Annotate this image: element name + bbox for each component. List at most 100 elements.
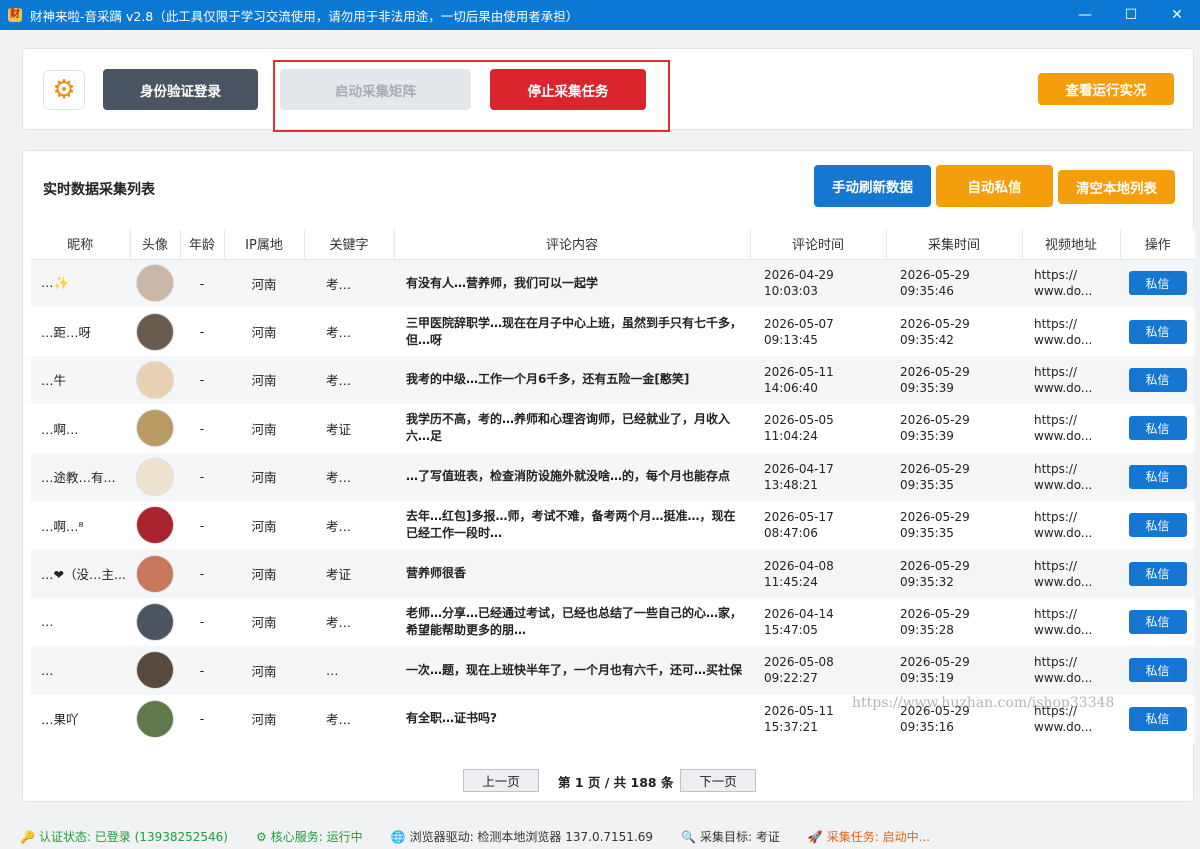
control-panel: ⚙ 身份验证登录 启动采集矩阵 停止采集任务 查看运行实况	[22, 48, 1194, 132]
table-row: …✨ - 河南 考… 有没有人…营养师，我们可以一起学 2026-04-29 10:03:0…	[31, 259, 1195, 308]
action-cell: 私信	[1120, 646, 1195, 695]
collect-time-cell: 2026-05-29 09:35:39	[886, 404, 1022, 453]
login-button[interactable]: 身份验证登录	[103, 69, 258, 110]
video-url-line1: https://	[1034, 364, 1078, 379]
table-row: … - 河南 考… 老师…分享…已经通过考试，已经也总结了一些自己的心…家，希望能帮助更…	[31, 597, 1195, 647]
dm-button[interactable]: 私信	[1128, 319, 1187, 344]
dm-button[interactable]: 私信	[1128, 367, 1187, 392]
action-cell: 私信	[1120, 355, 1195, 405]
comment-time-cell: 2026-04-08 11:45:24	[750, 549, 886, 598]
video-url-cell[interactable]: https://www.do...	[1022, 597, 1120, 647]
comment-cell: 去年…红包]多报…师，考试不难，备考两个月…挺准…，现在已经工作一段时…	[394, 500, 750, 550]
table-row: … - 河南… 一次…题，现在上班快半年了，一个月也有六千，还可…买社保 2026-05…	[31, 646, 1195, 695]
video-url-line2: www.do...	[1034, 622, 1093, 637]
status-text: 核心服务: 运行中	[270, 830, 363, 844]
avatar-cell	[130, 500, 180, 550]
next-page-button[interactable]: 下一页	[680, 769, 756, 792]
auto-dm-button[interactable]: 自动私信	[936, 165, 1053, 207]
app-icon: 财	[8, 8, 22, 22]
collect-clock: 09:35:42	[900, 332, 954, 347]
avatar	[136, 457, 174, 496]
age-cell: -	[180, 694, 224, 743]
video-url-cell[interactable]: https://www.do...	[1022, 259, 1120, 308]
action-cell: 私信	[1120, 549, 1195, 598]
comment-time-cell: 2026-05-11 14:06:40	[750, 355, 886, 405]
video-url-cell[interactable]: https://www.do...	[1022, 549, 1120, 598]
avatar	[136, 360, 174, 399]
comment-cell: …了写值班表，检查消防设施外就没啥…的，每个月也能存点	[394, 452, 750, 501]
age-cell: -	[180, 259, 224, 308]
ip-cell: 河南	[224, 355, 304, 405]
dm-button[interactable]: 私信	[1128, 561, 1187, 586]
column-header: 评论内容	[394, 229, 751, 260]
collect-clock: 09:35:35	[900, 526, 954, 541]
list-title: 实时数据采集列表	[43, 182, 155, 198]
video-url-cell[interactable]: https://www.do...	[1022, 452, 1120, 501]
ip-cell: 河南	[224, 646, 304, 695]
avatar	[136, 506, 174, 545]
action-cell: 私信	[1120, 404, 1195, 453]
maximize-button[interactable]: ☐	[1108, 0, 1154, 30]
comment-clock: 13:48:21	[764, 477, 818, 492]
settings-button[interactable]: ⚙	[43, 70, 85, 110]
avatar	[136, 651, 174, 690]
avatar	[136, 699, 174, 738]
dm-button[interactable]: 私信	[1128, 416, 1187, 441]
keyword-cell: 考证	[304, 404, 394, 453]
video-url-line1: https://	[1034, 461, 1078, 476]
nickname: …途教…有...	[41, 470, 116, 486]
dm-button[interactable]: 私信	[1128, 271, 1187, 296]
nickname-cell: …距…呀	[31, 307, 130, 356]
table-row: …啊…⁸ - 河南 考… 去年…红包]多报…师，考试不难，备考两个月…挺准…，现在已经工…	[31, 500, 1195, 550]
data-table: 昵称 头像 年龄 IP属地 关键字 评论内容 评论时间 采集时间 视频地址 操作 …✨ - 河南 考… 有…	[31, 229, 1195, 743]
refresh-button[interactable]: 手动刷新数据	[814, 165, 931, 207]
comment-clock: 08:47:06	[764, 526, 818, 541]
age-cell: -	[180, 307, 224, 356]
dm-button[interactable]: 私信	[1128, 513, 1187, 538]
dm-button[interactable]: 私信	[1128, 658, 1187, 683]
dm-button[interactable]: 私信	[1128, 609, 1187, 634]
clear-list-button[interactable]: 清空本地列表	[1058, 170, 1175, 204]
comment-time-cell: 2026-05-07 09:13:45	[750, 307, 886, 356]
nickname: …	[41, 614, 54, 630]
video-url-cell[interactable]: https://www.do...	[1022, 307, 1120, 356]
avatar	[136, 409, 174, 448]
target-icon: 🔍	[681, 829, 696, 844]
view-status-button[interactable]: 查看运行实况	[1038, 73, 1174, 105]
video-url-cell[interactable]: https://www.do...	[1022, 646, 1120, 695]
window-title: 财神来啦-音采蹒 v2.8（此工具仅限于学习交流使用，请勿用于非法用途，一切后果…	[30, 8, 579, 24]
video-url-cell[interactable]: https://www.do...	[1022, 404, 1120, 453]
dm-button[interactable]: 私信	[1128, 464, 1187, 489]
age-cell: -	[180, 355, 224, 405]
prev-page-button[interactable]: 上一页	[463, 769, 539, 792]
gear-icon: ⚙	[52, 75, 76, 105]
nickname-cell: …啊…	[31, 404, 130, 453]
avatar-cell	[130, 694, 180, 743]
status-bar: 🔑 认证状态: 已登录 (13938252546) ⚙ 核心服务: 运行中 🌐 浏览器驱动…	[0, 824, 1200, 849]
avatar-cell	[130, 646, 180, 695]
video-url-line2: www.do...	[1034, 332, 1093, 347]
keyword-cell: 考…	[304, 259, 394, 308]
nickname: …距…呀	[41, 325, 92, 341]
dm-button[interactable]: 私信	[1128, 706, 1187, 731]
collect-clock: 09:35:19	[900, 671, 954, 686]
comment-clock: 14:06:40	[764, 380, 818, 395]
age-cell: -	[180, 500, 224, 550]
video-url-cell[interactable]: https://www.do...	[1022, 355, 1120, 405]
comment-time-cell: 2026-04-29 10:03:03	[750, 259, 886, 308]
ip-cell: 河南	[224, 452, 304, 501]
comment-time-cell: 2026-05-05 11:04:24	[750, 404, 886, 453]
minimize-button[interactable]: —	[1062, 0, 1108, 30]
video-url-cell[interactable]: https://www.do...	[1022, 500, 1120, 550]
close-button[interactable]: ✕	[1154, 0, 1200, 30]
comment-date: 2026-05-17	[764, 510, 834, 525]
table-row: …途教…有... - 河南 考… …了写值班表，检查消防设施外就没啥…的，每个月也能存点…	[31, 452, 1195, 501]
collect-date: 2026-05-29	[900, 461, 970, 476]
collect-clock: 09:35:35	[900, 477, 954, 492]
collect-date: 2026-05-29	[900, 558, 970, 573]
keyword-cell: 考…	[304, 694, 394, 743]
ip-cell: 河南	[224, 307, 304, 356]
collect-clock: 09:35:28	[900, 622, 954, 637]
video-url-line2: www.do...	[1034, 477, 1093, 492]
column-header: 关键字	[304, 229, 395, 260]
